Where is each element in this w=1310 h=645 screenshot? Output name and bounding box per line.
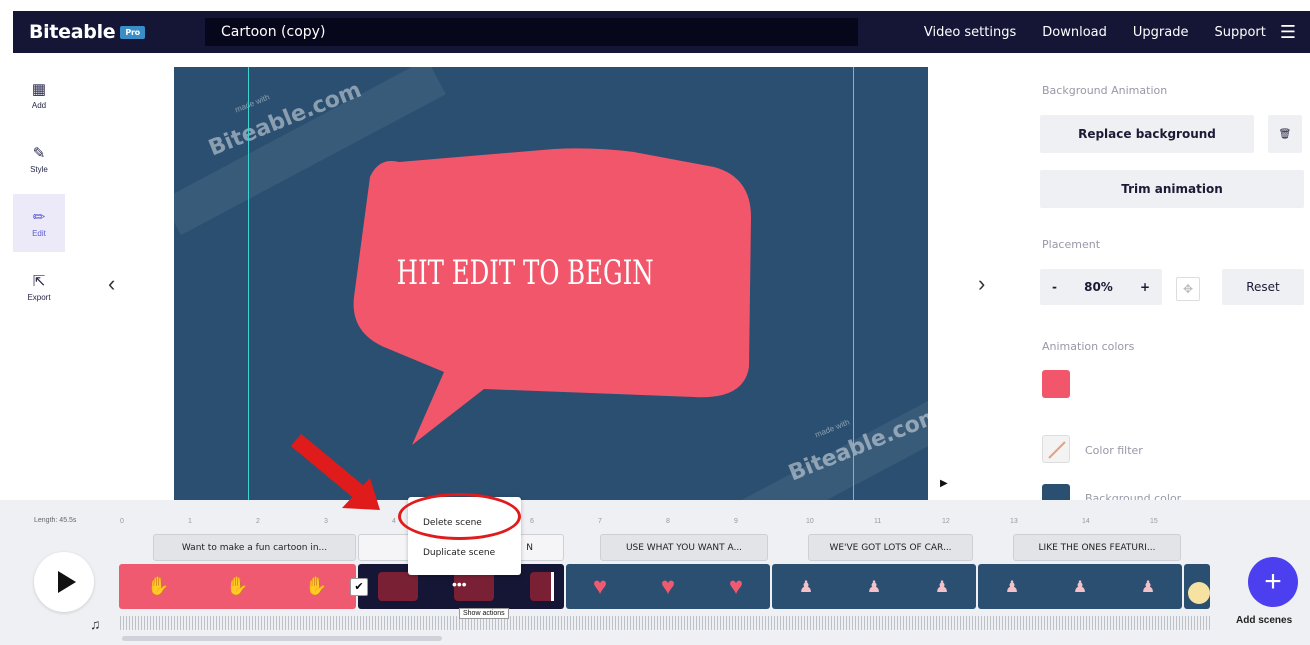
animation-color-swatch[interactable]	[1042, 370, 1070, 398]
placement-label: Placement	[1042, 238, 1101, 251]
ruler-tick: 7	[598, 518, 602, 525]
timeline-scrollbar[interactable]	[122, 636, 442, 641]
ruler-tick: 1	[188, 518, 192, 525]
sidebar-item-label: Export	[27, 293, 51, 302]
play-icon	[57, 571, 76, 593]
align-icon[interactable]: ✥	[1176, 277, 1200, 301]
scene-label[interactable]: USE WHAT YOU WANT A...	[600, 534, 768, 561]
logo-text: Biteable	[29, 21, 116, 43]
zoom-value: 80%	[1084, 280, 1113, 294]
ruler-tick: 9	[734, 518, 738, 525]
ruler-tick: 13	[1010, 518, 1018, 525]
add-scene-button[interactable]: +	[1248, 557, 1298, 607]
ruler-tick: 6	[530, 518, 534, 525]
grid-icon: ▦	[31, 81, 47, 98]
add-scenes-label: Add scenes	[1236, 615, 1293, 626]
zoom-stepper[interactable]: - 80% +	[1040, 269, 1162, 305]
logo[interactable]: Biteable Pro	[29, 21, 145, 43]
length-label: Length: 45.5s	[34, 517, 77, 524]
nav-download[interactable]: Download	[1042, 25, 1107, 40]
nav-video-settings[interactable]: Video settings	[924, 25, 1016, 40]
emoji-face-icon	[1188, 582, 1210, 604]
ruler-tick: 8	[666, 518, 670, 525]
export-icon: ⇱	[32, 273, 46, 290]
ruler-tick: 3	[324, 518, 328, 525]
scene-headline[interactable]: HIT EDIT TO BEGIN	[397, 253, 654, 293]
sidebar-item-export[interactable]: ⇱ Export	[13, 258, 65, 316]
brush-icon: ✎	[32, 145, 46, 162]
zoom-decrease-button[interactable]: -	[1052, 280, 1057, 294]
sidebar-item-label: Add	[31, 101, 47, 110]
scene-thumbnail[interactable]	[1184, 564, 1210, 609]
audio-waveform[interactable]	[120, 616, 1210, 630]
play-button[interactable]	[34, 552, 94, 612]
scene-label[interactable]: Want to make a fun cartoon in...	[153, 534, 356, 561]
background-animation-label: Background Animation	[1042, 84, 1168, 97]
properties-panel: Background Animation Replace background …	[1030, 66, 1310, 512]
zoom-increase-button[interactable]: +	[1140, 280, 1150, 294]
play-preview-icon[interactable]: ▶	[940, 478, 948, 489]
scene-thumbnail[interactable]: ✋ ✋ ✋	[119, 564, 356, 609]
timeline-ruler: Length: 45.5s 0 1 2 3 4 6 7 8 9 10 11 12…	[0, 500, 1310, 526]
delete-background-icon[interactable]: 🗑	[1268, 115, 1302, 153]
left-sidebar: ▦ Add ✎ Style ✏ Edit ⇱ Export	[13, 66, 65, 322]
pro-badge: Pro	[120, 25, 145, 39]
more-actions-icon[interactable]: •••	[452, 576, 467, 592]
animation-colors-label: Animation colors	[1042, 340, 1135, 353]
top-bar: Biteable Pro Cartoon (copy) Video settin…	[0, 0, 1310, 66]
scene-thumbnail-content: ✋ ✋ ✋	[147, 576, 328, 596]
scene-select-checkbox[interactable]: ✔	[350, 578, 368, 596]
ruler-tick: 12	[942, 518, 950, 525]
highlight-ellipse	[398, 493, 521, 540]
project-title-input[interactable]: Cartoon (copy)	[205, 18, 858, 46]
show-actions-tooltip: Show actions	[459, 608, 509, 619]
scene-trim-handle[interactable]	[551, 572, 554, 601]
trim-animation-button[interactable]: Trim animation	[1040, 170, 1304, 208]
sidebar-item-style[interactable]: ✎ Style	[13, 130, 65, 188]
scene-thumbnail[interactable]: ♟ ♟ ♟	[978, 564, 1182, 609]
previous-scene-chevron-icon[interactable]: ‹	[108, 271, 115, 297]
ruler-tick: 14	[1082, 518, 1090, 525]
reset-button[interactable]: Reset	[1222, 269, 1304, 305]
ruler-tick: 10	[806, 518, 814, 525]
red-arrow-icon	[290, 433, 380, 510]
ruler-tick: 2	[256, 518, 260, 525]
navbar: Biteable Pro Cartoon (copy) Video settin…	[13, 11, 1310, 53]
nav-upgrade[interactable]: Upgrade	[1133, 25, 1189, 40]
next-scene-chevron-icon[interactable]: ›	[978, 271, 985, 297]
sidebar-item-label: Edit	[32, 229, 46, 238]
ruler-tick: 11	[874, 518, 882, 525]
scene-label[interactable]: LIKE THE ONES FEATURI...	[1013, 534, 1181, 561]
nav-links: Video settings Download Upgrade Support …	[898, 11, 1296, 53]
scene-thumbnail-content	[378, 572, 418, 601]
sidebar-item-edit[interactable]: ✏ Edit	[13, 194, 65, 252]
scene-thumbnail-content: ♟ ♟ ♟	[1004, 578, 1156, 596]
sidebar-item-label: Style	[30, 165, 48, 174]
scene-thumbnail[interactable]: ♟ ♟ ♟	[772, 564, 976, 609]
ruler-tick: 0	[120, 518, 124, 525]
nav-support[interactable]: Support	[1214, 25, 1265, 40]
color-filter-label: Color filter	[1085, 444, 1143, 457]
replace-background-button[interactable]: Replace background	[1040, 115, 1254, 153]
scene-label[interactable]: WE'VE GOT LOTS OF CAR...	[808, 534, 973, 561]
scene-thumbnail-content: ♟ ♟ ♟	[798, 578, 950, 596]
pencil-icon: ✏	[32, 209, 46, 226]
duplicate-scene-menu-item[interactable]: Duplicate scene	[423, 548, 495, 558]
ruler-tick: 4	[392, 518, 396, 525]
color-filter-swatch[interactable]	[1042, 435, 1070, 463]
ruler-tick: 15	[1150, 518, 1158, 525]
scene-thumbnail[interactable]: ♥ ♥ ♥	[566, 564, 770, 609]
music-note-icon[interactable]: ♫	[90, 616, 101, 632]
sidebar-item-add[interactable]: ▦ Add	[13, 66, 65, 124]
scene-thumbnail-content: ♥ ♥ ♥	[592, 572, 744, 600]
hamburger-menu-icon[interactable]: ☰	[1280, 22, 1296, 43]
